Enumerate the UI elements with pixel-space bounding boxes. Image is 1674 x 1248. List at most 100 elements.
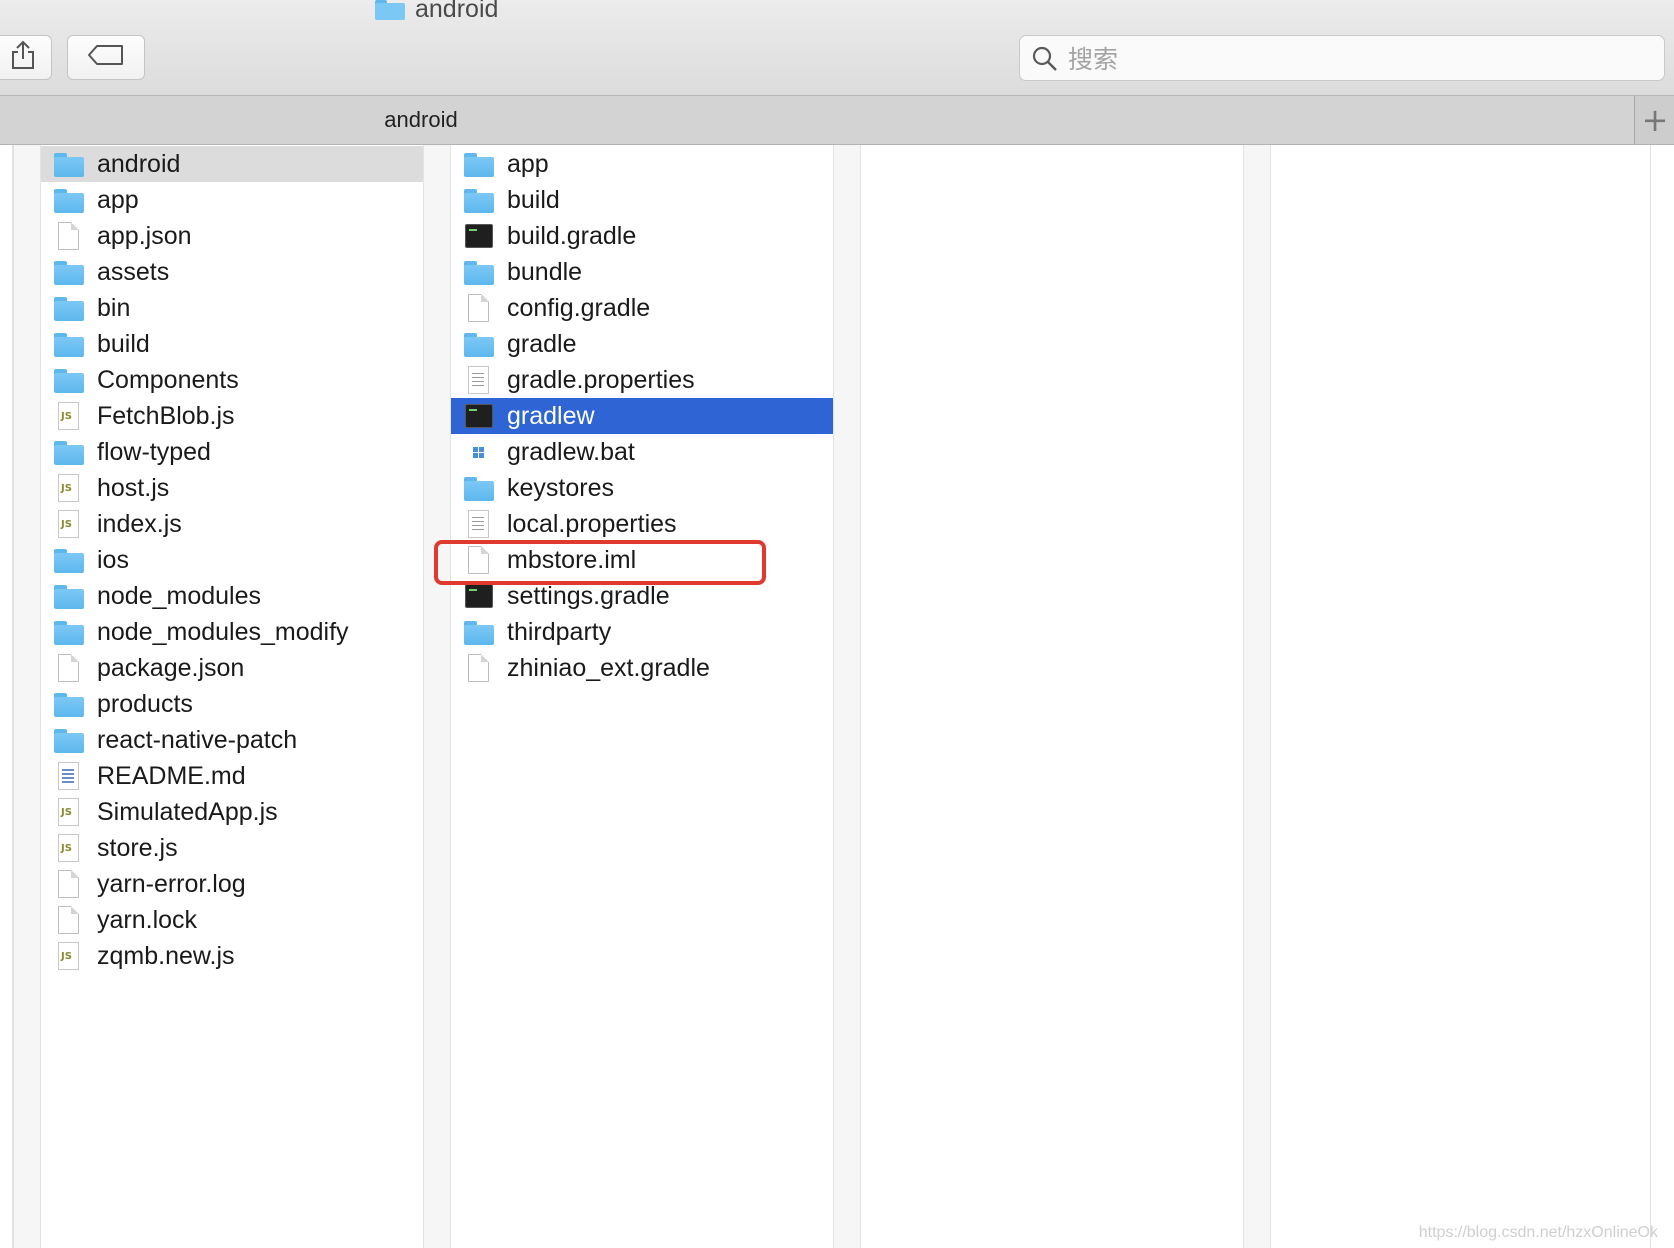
item-name: build	[97, 329, 150, 358]
list-item[interactable]: JS store.js	[41, 830, 450, 866]
tag-button[interactable]	[67, 35, 145, 80]
item-name: products	[97, 689, 193, 718]
item-name: FetchBlob.js	[97, 401, 235, 430]
item-name: bundle	[507, 257, 583, 286]
tab-android[interactable]: android	[0, 96, 1634, 144]
item-name: local.properties	[507, 509, 677, 538]
item-name: README.md	[97, 761, 246, 790]
list-item[interactable]: Components	[41, 362, 450, 398]
folder-icon	[463, 473, 495, 503]
js-file-icon: JS	[53, 797, 85, 827]
column-resize-handle[interactable]	[833, 145, 861, 1248]
column-empty[interactable]	[1271, 145, 1651, 1248]
list-item[interactable]: node_modules_modify	[41, 614, 450, 650]
js-file-icon: JS	[53, 509, 85, 539]
folder-icon	[463, 185, 495, 215]
item-name: yarn.lock	[97, 905, 198, 934]
column-parent[interactable]: android app app.json assets bin build Componen…	[41, 145, 451, 1248]
list-item[interactable]: gradle.properties	[451, 362, 860, 398]
item-name: app	[97, 185, 139, 214]
list-item[interactable]: thirdparty	[451, 614, 860, 650]
list-item[interactable]: app.json	[41, 218, 450, 254]
folder-icon	[463, 329, 495, 359]
item-name: Components	[97, 365, 239, 394]
column-resize-handle[interactable]	[1243, 145, 1271, 1248]
list-item[interactable]: local.properties	[451, 506, 860, 542]
share-button[interactable]	[0, 35, 52, 80]
list-item[interactable]: app	[451, 146, 860, 182]
column-android[interactable]: app build build.gradle bundle config.gradle g…	[451, 145, 861, 1248]
list-item[interactable]: flow-typed	[41, 434, 450, 470]
annotation-highlight-box	[434, 540, 766, 585]
list-item[interactable]: keystores	[451, 470, 860, 506]
list-item[interactable]: bundle	[451, 254, 860, 290]
terminal-icon	[463, 221, 495, 251]
list-item[interactable]: assets	[41, 254, 450, 290]
text-file-icon	[463, 365, 495, 395]
list-item[interactable]: bin	[41, 290, 450, 326]
item-name: react-native-patch	[97, 725, 298, 754]
list-item[interactable]: products	[41, 686, 450, 722]
tab-label: android	[384, 107, 458, 132]
document-icon	[463, 653, 495, 683]
list-item[interactable]: yarn.lock	[41, 902, 450, 938]
window-title-text: android	[415, 0, 499, 23]
folder-icon	[53, 581, 85, 611]
folder-icon	[53, 185, 85, 215]
list-item[interactable]: README.md	[41, 758, 450, 794]
column-browser: android app app.json assets bin build Componen…	[0, 145, 1674, 1248]
folder-icon	[463, 257, 495, 287]
list-item[interactable]: JS zqmb.new.js	[41, 938, 450, 974]
list-item[interactable]: gradlew.bat	[451, 434, 860, 470]
search-field[interactable]	[1019, 35, 1665, 81]
list-item[interactable]: JS index.js	[41, 506, 450, 542]
js-file-icon: JS	[53, 941, 85, 971]
item-name: assets	[97, 257, 170, 286]
list-item[interactable]: build.gradle	[451, 218, 860, 254]
list-item[interactable]: build	[41, 326, 450, 362]
list-item[interactable]: yarn-error.log	[41, 866, 450, 902]
list-item[interactable]: react-native-patch	[41, 722, 450, 758]
folder-icon	[463, 149, 495, 179]
js-file-icon: JS	[53, 833, 85, 863]
list-item[interactable]: ios	[41, 542, 450, 578]
search-icon	[1031, 45, 1059, 78]
column-resize-handle[interactable]	[13, 145, 41, 1248]
list-item[interactable]: zhiniao_ext.gradle	[451, 650, 860, 686]
list-item[interactable]: app	[41, 182, 450, 218]
item-name: ios	[97, 545, 129, 574]
item-name: SimulatedApp.js	[97, 797, 278, 826]
plus-icon: +	[1641, 101, 1669, 139]
tab-bar: android +	[0, 96, 1674, 145]
column-empty[interactable]	[861, 145, 1271, 1248]
item-name: host.js	[97, 473, 170, 502]
list-item[interactable]: gradlew	[451, 398, 860, 434]
js-file-icon: JS	[53, 401, 85, 431]
list-item[interactable]: build	[451, 182, 860, 218]
folder-icon	[53, 437, 85, 467]
new-tab-button[interactable]: +	[1634, 96, 1674, 144]
list-item[interactable]: JS FetchBlob.js	[41, 398, 450, 434]
folder-icon	[53, 617, 85, 647]
list-item[interactable]: package.json	[41, 650, 450, 686]
column-resize-handle[interactable]	[423, 145, 451, 1248]
item-name: zqmb.new.js	[97, 941, 235, 970]
list-item[interactable]: android	[41, 146, 450, 182]
list-item[interactable]: gradle	[451, 326, 860, 362]
item-name: build.gradle	[507, 221, 637, 250]
document-icon	[463, 293, 495, 323]
tag-icon	[87, 44, 125, 71]
column-grandparent[interactable]	[0, 145, 13, 1248]
document-icon	[53, 221, 85, 251]
windows-bat-icon	[463, 437, 495, 467]
list-item[interactable]: JS host.js	[41, 470, 450, 506]
list-item[interactable]: node_modules	[41, 578, 450, 614]
share-icon	[10, 40, 36, 75]
list-item[interactable]: JS SimulatedApp.js	[41, 794, 450, 830]
list-item[interactable]: config.gradle	[451, 290, 860, 326]
folder-icon	[53, 293, 85, 323]
search-input[interactable]	[1066, 40, 1650, 78]
item-name: android	[97, 149, 181, 178]
window-title: android	[375, 0, 498, 24]
item-name: node_modules	[97, 581, 262, 610]
